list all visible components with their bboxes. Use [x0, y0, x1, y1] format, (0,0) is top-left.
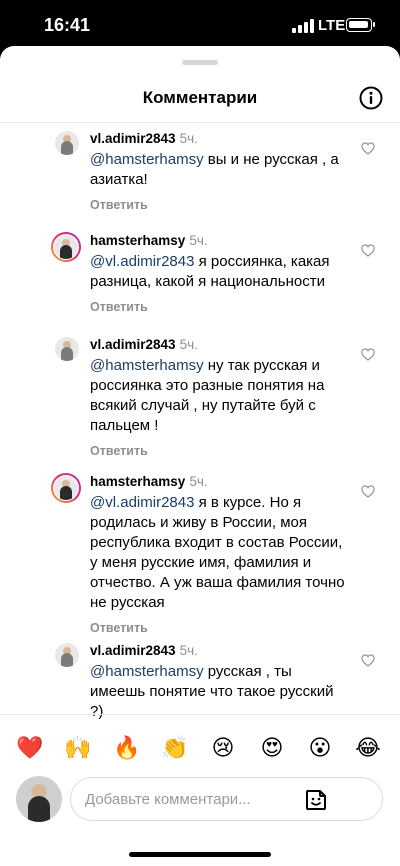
avatar[interactable] [54, 130, 80, 156]
heart-icon[interactable] [361, 654, 375, 667]
avatar[interactable] [51, 232, 81, 262]
comment-text: @hamsterhamsy ну так русская и россиянка… [90, 357, 325, 434]
comment-username[interactable]: vl.adimir2843 [90, 131, 176, 146]
mention-link[interactable]: @hamsterhamsy [90, 663, 204, 680]
reply-button[interactable]: Ответить [90, 621, 348, 635]
network-label: LTE [318, 17, 346, 34]
battery-icon [346, 18, 375, 32]
emoji-tears-of-joy[interactable]: 😂 [354, 734, 382, 762]
comment-text: @hamsterhamsy русская , ты имеешь поняти… [90, 663, 334, 720]
heart-icon[interactable] [361, 142, 375, 155]
reply-button[interactable]: Ответить [90, 198, 348, 212]
avatar[interactable] [54, 336, 80, 362]
comment-time: 5ч. [179, 131, 198, 146]
emoji-fire[interactable]: 🔥 [113, 734, 141, 762]
comment-time: 5ч. [179, 643, 198, 658]
comment-username[interactable]: vl.adimir2843 [90, 643, 176, 658]
mention-link[interactable]: @vl.adimir2843 [90, 253, 194, 270]
avatar[interactable] [54, 642, 80, 668]
divider [0, 714, 400, 715]
divider [0, 122, 400, 123]
mention-link[interactable]: @hamsterhamsy [90, 151, 204, 168]
comment-time: 5ч. [189, 233, 208, 248]
emoji-surprised-face[interactable]: 😮 [306, 734, 334, 762]
signal-icon [292, 19, 314, 33]
comment-username[interactable]: hamsterhamsy [90, 233, 185, 248]
emoji-crying-face[interactable]: 😢 [209, 734, 237, 762]
reply-button[interactable]: Ответить [90, 444, 348, 458]
sheet-grabber[interactable] [182, 60, 218, 65]
emoji-clapping-hands[interactable]: 👏 [161, 734, 189, 762]
comment-time: 5ч. [189, 474, 208, 489]
emoji-heart[interactable]: ❤️ [16, 734, 44, 762]
comment-username[interactable]: hamsterhamsy [90, 474, 185, 489]
comment-time: 5ч. [179, 337, 198, 352]
info-icon[interactable] [359, 86, 383, 110]
heart-icon[interactable] [361, 244, 375, 257]
home-indicator [129, 852, 271, 857]
comment-text: @hamsterhamsy вы и не русская , а азиатк… [90, 151, 339, 188]
heart-icon[interactable] [361, 485, 375, 498]
emoji-raised-hands[interactable]: 🙌 [64, 734, 92, 762]
heart-icon[interactable] [361, 348, 375, 361]
comment-input[interactable] [70, 777, 383, 821]
reply-button[interactable]: Ответить [90, 300, 348, 314]
comment-username[interactable]: vl.adimir2843 [90, 337, 176, 352]
mention-link[interactable]: @hamsterhamsy [90, 357, 204, 374]
status-bar: 16:41 LTE [0, 0, 400, 50]
comment-composer [0, 771, 400, 831]
page-title: Комментарии [142, 88, 258, 107]
emoji-heart-eyes[interactable]: 😍 [258, 734, 286, 762]
mention-link[interactable]: @vl.adimir2843 [90, 494, 194, 511]
my-avatar [16, 776, 62, 822]
comment-text: @vl.adimir2843 я россиянка, какая разниц… [90, 253, 330, 290]
comment-text: @vl.adimir2843 я в курсе. Но я родилась … [90, 494, 345, 611]
sticker-icon[interactable] [304, 788, 328, 812]
status-time: 16:41 [44, 15, 91, 35]
comments-sheet: Комментарии vl.adimir2843 5ч. @hamsterham… [0, 46, 400, 866]
avatar[interactable] [51, 473, 81, 503]
emoji-bar: ❤️ 🙌 🔥 👏 😢 😍 😮 😂 [0, 724, 400, 770]
